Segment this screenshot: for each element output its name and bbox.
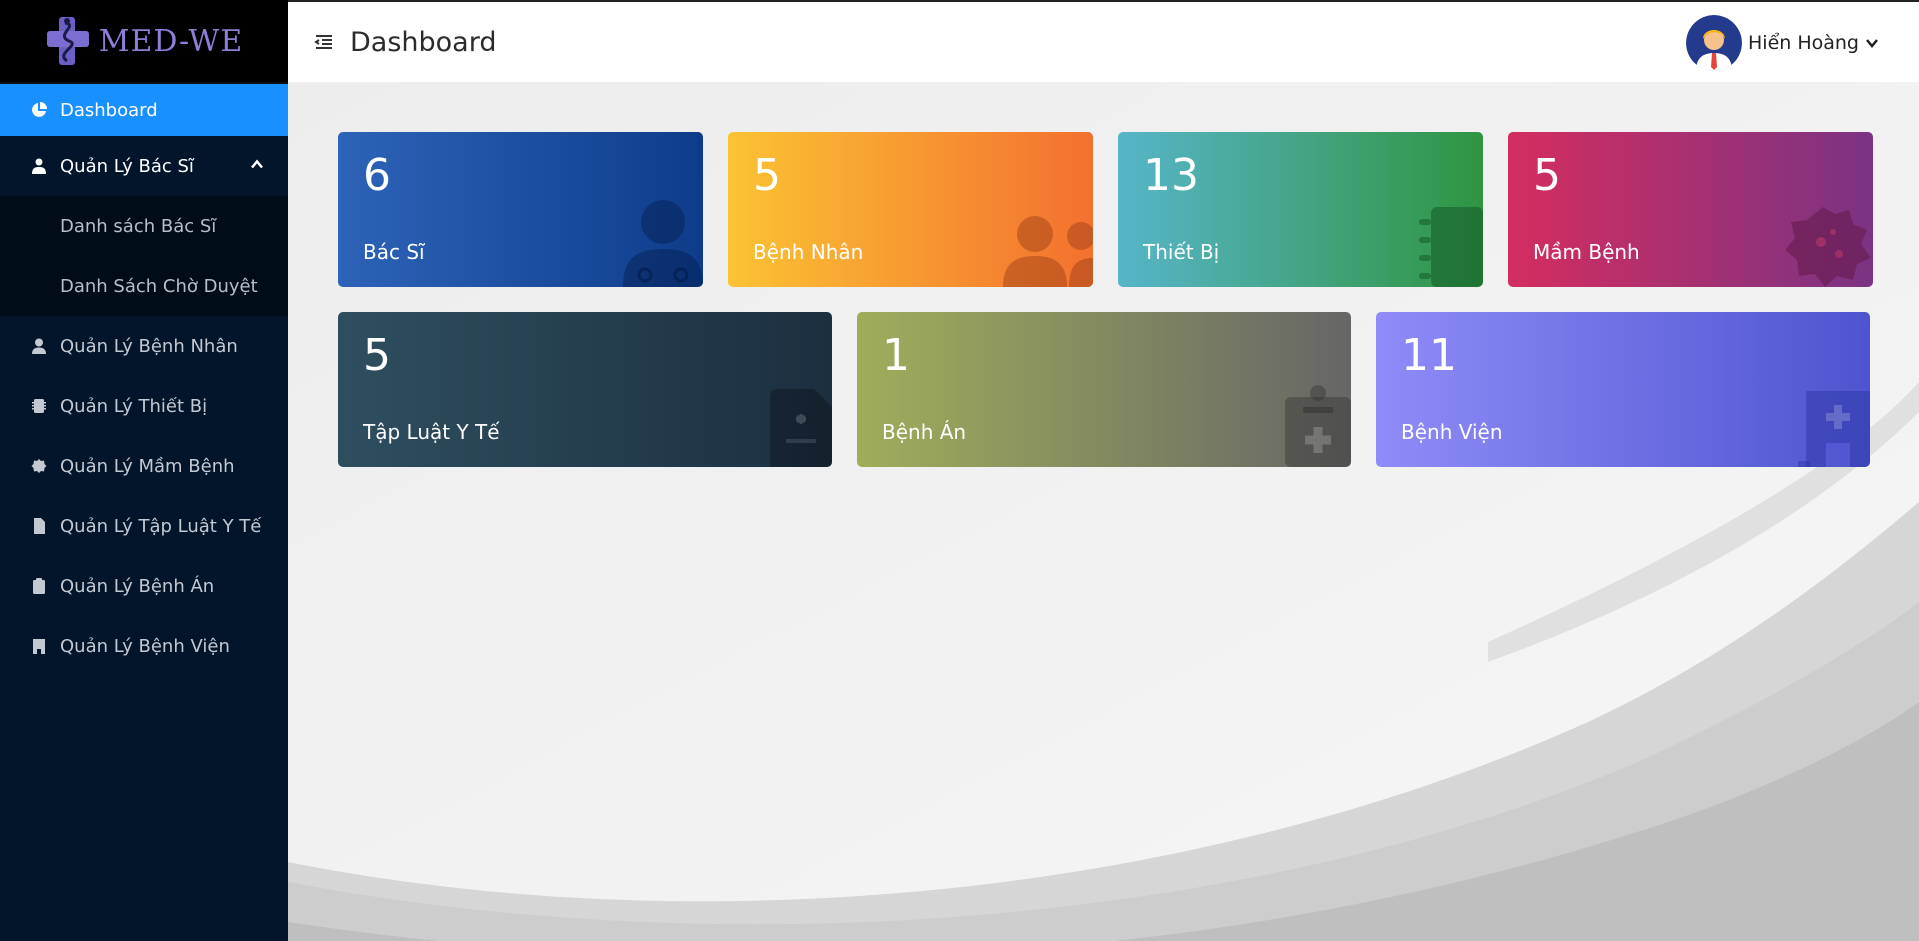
page-title: Dashboard [350,26,497,58]
stat-value: 11 [1401,330,1457,381]
sidebar-item-medical-records[interactable]: Quản Lý Bệnh Án [0,556,288,616]
top-header: Dashboard Hiển Hoàng [288,0,1919,82]
users-icon [1003,216,1093,287]
brand-logo[interactable]: MED-WE [0,0,288,84]
sidebar-item-label: Quản Lý Tập Luật Y Tế [60,515,262,537]
sidebar-item-label: Quản Lý Mầm Bệnh [60,455,235,477]
main-content: 6 Bác Sĩ 5 Bệnh Nhân 13 Thiết Bị 5 Mầm B… [288,82,1919,941]
sidebar-item-medical-rules[interactable]: Quản Lý Tập Luật Y Tế [0,496,288,556]
sidebar-subitem-pending-list[interactable]: Danh Sách Chờ Duyệt [0,256,288,316]
sidebar-item-dashboard[interactable]: Dashboard [0,84,288,136]
virus-icon [30,457,48,475]
virus-icon [1785,207,1871,287]
brand-name: MED-WE [98,23,244,59]
stat-card-devices[interactable]: 13 Thiết Bị [1118,132,1483,287]
stat-value: 13 [1143,150,1199,201]
user-name: Hiển Hoàng [1748,32,1859,54]
stat-card-medical-records[interactable]: 1 Bệnh Án [857,312,1351,467]
pie-chart-icon [30,101,48,119]
stat-card-patients[interactable]: 5 Bệnh Nhân [728,132,1093,287]
stat-card-medical-rules[interactable]: 5 Tập Luật Y Tế [338,312,832,467]
sidebar-item-label: Quản Lý Bệnh Viện [60,635,230,657]
stat-label: Bệnh Viện [1401,420,1503,444]
medical-cross-logo-icon [46,17,89,65]
file-medical-icon [770,389,832,467]
chevron-up-icon[interactable] [250,156,264,177]
sidebar-item-pathogens[interactable]: Quản Lý Mầm Bệnh [0,436,288,496]
stat-cards-row-2: 5 Tập Luật Y Tế 1 Bệnh Án 11 Bệnh Viện [338,312,1870,467]
sidebar: MED-WE Dashboard Quản Lý Bác Sĩ Danh sác… [0,0,288,941]
stat-label: Bác Sĩ [363,240,425,264]
device-icon [30,397,48,415]
notebook-icon [1419,207,1483,287]
hospital-icon [30,637,48,655]
avatar[interactable] [1686,15,1742,71]
stat-label: Thiết Bị [1143,240,1220,264]
stat-cards-row-1: 6 Bác Sĩ 5 Bệnh Nhân 13 Thiết Bị 5 Mầm B… [338,132,1873,287]
stat-label: Bệnh Án [882,420,967,444]
sidebar-menu: Dashboard Quản Lý Bác Sĩ Danh sách Bác S… [0,84,288,676]
file-medical-icon [30,517,48,535]
stat-card-doctors[interactable]: 6 Bác Sĩ [338,132,703,287]
stat-value: 5 [753,150,781,201]
stat-card-pathogens[interactable]: 5 Mầm Bệnh [1508,132,1873,287]
sidebar-item-label: Quản Lý Thiết Bị [60,395,208,417]
sidebar-item-hospitals[interactable]: Quản Lý Bệnh Viện [0,616,288,676]
stat-value: 6 [363,150,391,201]
stat-value: 5 [1533,150,1561,201]
stat-card-hospitals[interactable]: 11 Bệnh Viện [1376,312,1870,467]
doctor-icon [623,200,703,287]
user-menu[interactable]: Hiển Hoàng [1686,15,1879,71]
sidebar-item-devices[interactable]: Quản Lý Thiết Bị [0,376,288,436]
sidebar-item-label: Dashboard [60,99,158,121]
stat-value: 1 [882,330,910,381]
submenu-doctors: Danh sách Bác Sĩ Danh Sách Chờ Duyệt [0,196,288,316]
sidebar-item-doctors[interactable]: Quản Lý Bác Sĩ [0,136,288,196]
hospital-icon [1798,391,1870,467]
clipboard-medical-icon [30,577,48,595]
doctor-icon [30,157,48,175]
sidebar-item-label: Quản Lý Bác Sĩ [60,155,194,177]
clipboard-medical-icon [1285,385,1351,467]
stat-label: Mầm Bệnh [1533,240,1640,264]
sidebar-item-label: Quản Lý Bệnh Án [60,575,215,597]
sidebar-item-label: Quản Lý Bệnh Nhân [60,335,238,357]
chevron-down-icon[interactable] [1859,32,1879,54]
sidebar-item-patients[interactable]: Quản Lý Bệnh Nhân [0,316,288,376]
stat-value: 5 [363,330,391,381]
sidebar-subitem-doctor-list[interactable]: Danh sách Bác Sĩ [0,196,288,256]
menu-toggle-icon[interactable] [314,31,336,53]
stat-label: Tập Luật Y Tế [363,420,500,444]
user-icon [30,337,48,355]
stat-label: Bệnh Nhân [753,240,864,264]
